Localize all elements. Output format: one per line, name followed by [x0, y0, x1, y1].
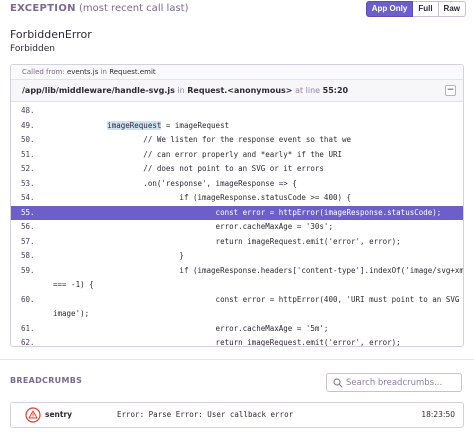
code-line: 60. const error = httpError(400, 'URI mu… — [11, 293, 463, 308]
called-from-prefix: Called from: — [22, 68, 65, 76]
error-name: ForbiddenError — [10, 28, 92, 41]
line-number: 60. — [21, 294, 35, 304]
code-line: 49. imageRequest = imageRequest — [11, 119, 463, 134]
line-number: 51. — [21, 149, 35, 159]
code-line: 61. error.cacheMaxAge = '5m'; — [11, 322, 463, 337]
collapse-icon[interactable]: − — [445, 85, 456, 96]
code-line: 52. // does not point to an SVG or it er… — [11, 162, 463, 177]
view-toggle: App Only Full Raw — [365, 1, 466, 17]
code-source: const error = httpError(400, 'URI must p… — [53, 294, 460, 304]
breadcrumb-category: sentry — [45, 410, 73, 419]
raw-button[interactable]: Raw — [438, 1, 466, 17]
frame-header[interactable]: /app/lib/middleware/handle-svg.js in Req… — [11, 80, 463, 102]
line-number: 62. — [21, 338, 35, 347]
breadcrumb-row[interactable]: sentry Error: Parse Error: User callback… — [10, 402, 464, 428]
code-source: return imageRequest.emit('error', error)… — [53, 338, 401, 347]
code-line: 48. — [11, 104, 463, 119]
line-number: 59. — [21, 265, 35, 275]
code-line: 58. } — [11, 249, 463, 264]
frame-line-number: 55:20 — [322, 86, 349, 95]
line-number: 48. — [21, 106, 35, 115]
code-source: if (imageResponse.statusCode >= 400) { — [53, 193, 352, 202]
code-source: // does not point to an SVG or it errors — [53, 164, 324, 173]
called-from-function: Request.emit — [109, 68, 156, 76]
section-divider — [0, 359, 474, 360]
code-source: error.cacheMaxAge = '30s'; — [53, 222, 333, 231]
code-line: 57. return imageRequest.emit('error', er… — [11, 235, 463, 250]
frame-function: Request.<anonymous> — [187, 86, 293, 95]
breadcrumbs-title: BREADCRUMBS — [10, 376, 83, 385]
code-line: 53. .on('response', imageResponse => { — [11, 177, 463, 192]
code-line: image'); — [11, 307, 463, 322]
frame-at-line-text: at line — [295, 86, 321, 95]
exception-header: EXCEPTION (most recent call last) App On… — [0, 0, 474, 20]
line-number: 61. — [21, 323, 35, 333]
exception-label: EXCEPTION — [10, 3, 76, 14]
code-source: image'); — [53, 309, 90, 318]
exception-sublabel: (most recent call last) — [78, 3, 189, 14]
breadcrumb-time: 18:23:50 — [421, 410, 455, 419]
called-from-file: events.js — [66, 68, 99, 76]
frame-in-text: in — [177, 86, 185, 95]
line-number: 54. — [21, 193, 35, 202]
line-number: 50. — [21, 135, 35, 144]
breadcrumb-search-input[interactable] — [346, 376, 458, 390]
code-source: // We listen for the response event so t… — [53, 135, 352, 144]
search-icon — [333, 378, 343, 388]
code-source: error.cacheMaxAge = '5m'; — [53, 323, 329, 333]
line-number: 52. — [21, 164, 35, 173]
breadcrumb-search[interactable] — [326, 373, 462, 392]
code-line: 51. // can error properly and *early* if… — [11, 148, 463, 163]
code-line: 62. return imageRequest.emit('error', er… — [11, 336, 463, 347]
frame-file-path: /app/lib/middleware/handle-svg.js — [22, 86, 175, 95]
exception-title: EXCEPTION (most recent call last) — [10, 3, 189, 15]
code-line: 56. error.cacheMaxAge = '30s'; — [11, 220, 463, 235]
line-number: 56. — [21, 222, 35, 231]
app-only-button[interactable]: App Only — [365, 1, 414, 17]
line-number: 58. — [21, 251, 35, 260]
stack-frame: Called from: events.js in Request.emit /… — [10, 64, 464, 347]
code-context: 48. 49. imageRequest = imageRequest 50. //… — [11, 102, 463, 347]
code-line: === -1) { — [11, 278, 463, 293]
code-source: imageRequest = imageRequest — [107, 120, 230, 130]
selected-token: imageRequest — [107, 120, 162, 130]
code-source: if (imageResponse.headers['content-type'… — [53, 265, 464, 275]
line-number: 55. — [21, 207, 35, 217]
line-number: 57. — [21, 236, 35, 246]
error-message: Forbidden — [10, 44, 55, 54]
code-line: 55. const error = httpError(imageRespons… — [11, 205, 463, 220]
line-number: 49. — [21, 120, 35, 130]
code-source: const error = httpError(imageResponse.st… — [53, 207, 442, 217]
code-line: 54. if (imageResponse.statusCode >= 400)… — [11, 191, 463, 206]
code-source: === -1) { — [53, 280, 94, 289]
warning-icon — [25, 407, 41, 423]
code-source: // can error properly and *early* if the… — [53, 149, 342, 159]
code-line: 59. if (imageResponse.headers['content-t… — [11, 264, 463, 279]
called-from-in: in — [100, 68, 107, 76]
code-source: } — [53, 251, 184, 260]
full-button[interactable]: Full — [413, 1, 439, 17]
code-line: 50. // We listen for the response event … — [11, 133, 463, 148]
code-source: return imageRequest.emit('error', error)… — [53, 236, 401, 246]
line-number: 53. — [21, 178, 35, 188]
breadcrumb-message: Error: Parse Error: User callback error — [117, 410, 294, 419]
code-source: .on('response', imageResponse => { — [53, 178, 297, 188]
called-from-bar: Called from: events.js in Request.emit — [11, 65, 463, 80]
